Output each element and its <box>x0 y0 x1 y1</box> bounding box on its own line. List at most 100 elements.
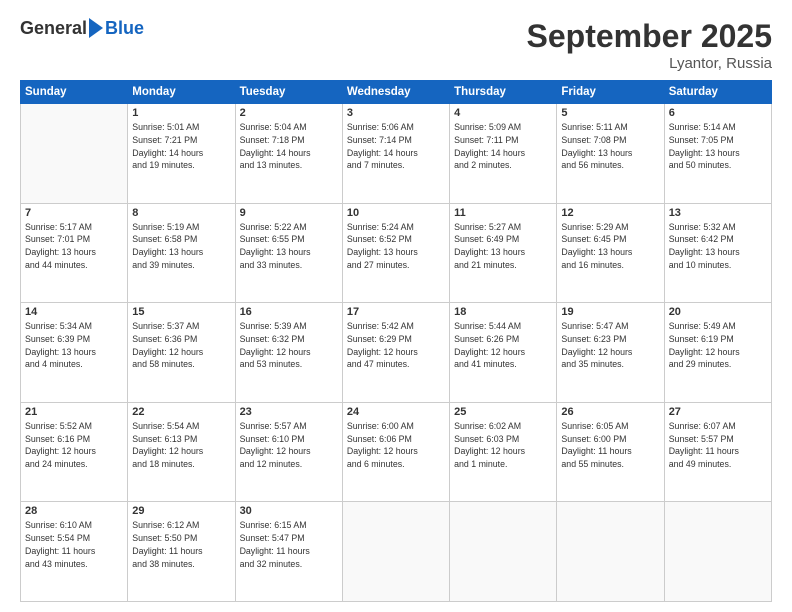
calendar-cell: 22 Sunrise: 5:54 AMSunset: 6:13 PMDayligh… <box>128 402 235 502</box>
day-number: 6 <box>669 107 767 119</box>
day-number: 22 <box>132 406 230 418</box>
day-number: 14 <box>25 306 123 318</box>
calendar-cell: 17 Sunrise: 5:42 AMSunset: 6:29 PMDayligh… <box>342 303 449 403</box>
calendar-cell: 23 Sunrise: 5:57 AMSunset: 6:10 PMDayligh… <box>235 402 342 502</box>
day-info: Sunrise: 5:47 AMSunset: 6:23 PMDaylight:… <box>561 320 659 371</box>
calendar-cell: 26Sunrise: 6:05 AMSunset: 6:00 PMDayligh… <box>557 402 664 502</box>
calendar-cell: 1 Sunrise: 5:01 AMSunset: 7:21 PMDaylight… <box>128 104 235 204</box>
calendar-cell: 9 Sunrise: 5:22 AMSunset: 6:55 PMDaylight… <box>235 203 342 303</box>
day-info: Sunrise: 5:14 AMSunset: 7:05 PMDaylight:… <box>669 121 767 172</box>
logo-arrow-icon <box>89 18 103 38</box>
day-number: 12 <box>561 207 659 219</box>
calendar-cell: 18 Sunrise: 5:44 AMSunset: 6:26 PMDayligh… <box>450 303 557 403</box>
calendar-cell: 6 Sunrise: 5:14 AMSunset: 7:05 PMDaylight… <box>664 104 771 204</box>
calendar-cell <box>21 104 128 204</box>
day-info: Sunrise: 5:01 AMSunset: 7:21 PMDaylight:… <box>132 121 230 172</box>
day-info: Sunrise: 5:32 AMSunset: 6:42 PMDaylight:… <box>669 221 767 272</box>
day-info: Sunrise: 5:22 AMSunset: 6:55 PMDaylight:… <box>240 221 338 272</box>
day-number: 8 <box>132 207 230 219</box>
day-info: Sunrise: 5:11 AMSunset: 7:08 PMDaylight:… <box>561 121 659 172</box>
calendar-cell: 30 Sunrise: 6:15 AMSunset: 5:47 PMDayligh… <box>235 502 342 602</box>
day-info: Sunrise: 5:06 AMSunset: 7:14 PMDaylight:… <box>347 121 445 172</box>
day-number: 16 <box>240 306 338 318</box>
day-info: Sunrise: 5:49 AMSunset: 6:19 PMDaylight:… <box>669 320 767 371</box>
day-number: 29 <box>132 505 230 517</box>
calendar-cell: 14 Sunrise: 5:34 AMSunset: 6:39 PMDayligh… <box>21 303 128 403</box>
day-info: Sunrise: 6:10 AMSunset: 5:54 PMDaylight:… <box>25 519 123 570</box>
calendar-cell <box>342 502 449 602</box>
calendar-cell: 4 Sunrise: 5:09 AMSunset: 7:11 PMDaylight… <box>450 104 557 204</box>
day-number: 25 <box>454 406 552 418</box>
day-number: 10 <box>347 207 445 219</box>
day-number: 9 <box>240 207 338 219</box>
calendar-week-row: 21Sunrise: 5:52 AMSunset: 6:16 PMDayligh… <box>21 402 772 502</box>
calendar-cell: 24Sunrise: 6:00 AMSunset: 6:06 PMDayligh… <box>342 402 449 502</box>
day-of-week-header: Monday <box>128 81 235 104</box>
day-number: 24 <box>347 406 445 418</box>
day-info: Sunrise: 5:27 AMSunset: 6:49 PMDaylight:… <box>454 221 552 272</box>
calendar-cell: 28 Sunrise: 6:10 AMSunset: 5:54 PMDayligh… <box>21 502 128 602</box>
logo-blue-text: Blue <box>105 18 144 39</box>
day-info: Sunrise: 5:04 AMSunset: 7:18 PMDaylight:… <box>240 121 338 172</box>
title-block: September 2025 Lyantor, Russia <box>527 18 772 72</box>
calendar-cell: 25 Sunrise: 6:02 AMSunset: 6:03 PMDayligh… <box>450 402 557 502</box>
calendar-cell: 16 Sunrise: 5:39 AMSunset: 6:32 PMDayligh… <box>235 303 342 403</box>
day-number: 20 <box>669 306 767 318</box>
day-number: 19 <box>561 306 659 318</box>
calendar-table: SundayMondayTuesdayWednesdayThursdayFrid… <box>20 80 772 602</box>
day-info: Sunrise: 5:44 AMSunset: 6:26 PMDaylight:… <box>454 320 552 371</box>
header: General Blue September 2025 Lyantor, Rus… <box>20 18 772 72</box>
calendar-cell: 7Sunrise: 5:17 AMSunset: 7:01 PMDaylight… <box>21 203 128 303</box>
calendar-header-row: SundayMondayTuesdayWednesdayThursdayFrid… <box>21 81 772 104</box>
calendar-cell: 3 Sunrise: 5:06 AMSunset: 7:14 PMDaylight… <box>342 104 449 204</box>
day-number: 5 <box>561 107 659 119</box>
day-number: 11 <box>454 207 552 219</box>
calendar-cell: 29Sunrise: 6:12 AMSunset: 5:50 PMDayligh… <box>128 502 235 602</box>
calendar-cell: 21Sunrise: 5:52 AMSunset: 6:16 PMDayligh… <box>21 402 128 502</box>
day-number: 1 <box>132 107 230 119</box>
day-of-week-header: Tuesday <box>235 81 342 104</box>
day-info: Sunrise: 6:02 AMSunset: 6:03 PMDaylight:… <box>454 420 552 471</box>
day-number: 30 <box>240 505 338 517</box>
calendar-cell: 15Sunrise: 5:37 AMSunset: 6:36 PMDayligh… <box>128 303 235 403</box>
logo: General Blue <box>20 18 144 39</box>
calendar-cell: 10 Sunrise: 5:24 AMSunset: 6:52 PMDayligh… <box>342 203 449 303</box>
day-info: Sunrise: 5:57 AMSunset: 6:10 PMDaylight:… <box>240 420 338 471</box>
day-number: 7 <box>25 207 123 219</box>
day-info: Sunrise: 5:09 AMSunset: 7:11 PMDaylight:… <box>454 121 552 172</box>
day-number: 18 <box>454 306 552 318</box>
day-number: 28 <box>25 505 123 517</box>
day-number: 23 <box>240 406 338 418</box>
day-number: 17 <box>347 306 445 318</box>
day-info: Sunrise: 5:34 AMSunset: 6:39 PMDaylight:… <box>25 320 123 371</box>
day-info: Sunrise: 5:39 AMSunset: 6:32 PMDaylight:… <box>240 320 338 371</box>
day-info: Sunrise: 5:54 AMSunset: 6:13 PMDaylight:… <box>132 420 230 471</box>
day-number: 13 <box>669 207 767 219</box>
calendar-cell: 13 Sunrise: 5:32 AMSunset: 6:42 PMDayligh… <box>664 203 771 303</box>
day-of-week-header: Sunday <box>21 81 128 104</box>
calendar-cell: 2Sunrise: 5:04 AMSunset: 7:18 PMDaylight… <box>235 104 342 204</box>
page: General Blue September 2025 Lyantor, Rus… <box>0 0 792 612</box>
month-title: September 2025 <box>527 18 772 55</box>
calendar-cell <box>450 502 557 602</box>
day-info: Sunrise: 5:42 AMSunset: 6:29 PMDaylight:… <box>347 320 445 371</box>
calendar-week-row: 7Sunrise: 5:17 AMSunset: 7:01 PMDaylight… <box>21 203 772 303</box>
logo-general-text: General <box>20 18 87 39</box>
day-of-week-header: Friday <box>557 81 664 104</box>
day-number: 4 <box>454 107 552 119</box>
calendar-cell <box>664 502 771 602</box>
location: Lyantor, Russia <box>527 55 772 72</box>
day-info: Sunrise: 5:37 AMSunset: 6:36 PMDaylight:… <box>132 320 230 371</box>
day-info: Sunrise: 5:29 AMSunset: 6:45 PMDaylight:… <box>561 221 659 272</box>
calendar-cell: 5 Sunrise: 5:11 AMSunset: 7:08 PMDaylight… <box>557 104 664 204</box>
day-info: Sunrise: 6:05 AMSunset: 6:00 PMDaylight:… <box>561 420 659 471</box>
calendar-week-row: 28 Sunrise: 6:10 AMSunset: 5:54 PMDayligh… <box>21 502 772 602</box>
day-number: 3 <box>347 107 445 119</box>
day-of-week-header: Wednesday <box>342 81 449 104</box>
day-info: Sunrise: 6:15 AMSunset: 5:47 PMDaylight:… <box>240 519 338 570</box>
day-number: 21 <box>25 406 123 418</box>
day-info: Sunrise: 5:24 AMSunset: 6:52 PMDaylight:… <box>347 221 445 272</box>
calendar-week-row: 1 Sunrise: 5:01 AMSunset: 7:21 PMDaylight… <box>21 104 772 204</box>
calendar-cell <box>557 502 664 602</box>
calendar-cell: 8Sunrise: 5:19 AMSunset: 6:58 PMDaylight… <box>128 203 235 303</box>
